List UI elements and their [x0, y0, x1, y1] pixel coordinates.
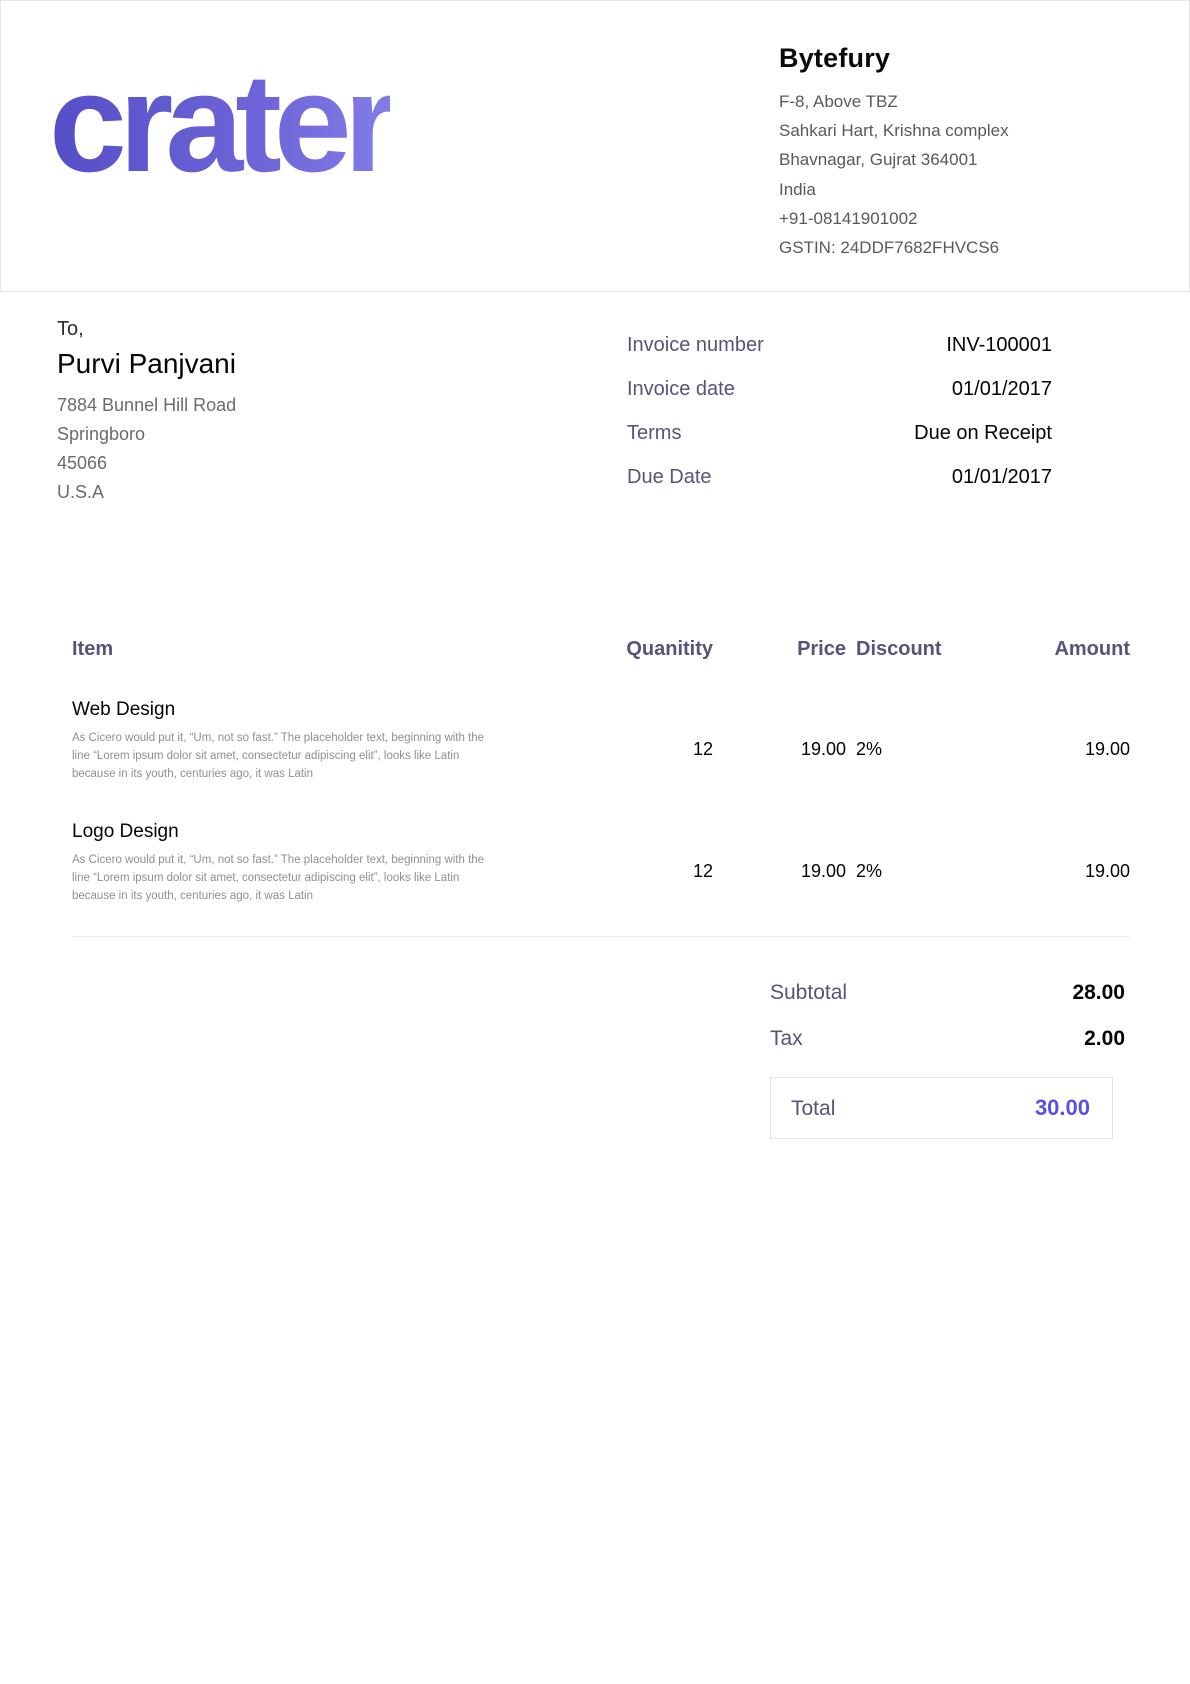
- customer-name: Purvi Panjvani: [57, 348, 236, 380]
- customer-address-line: Springboro: [57, 420, 236, 449]
- invoice-header: crater Bytefury F-8, Above TBZ Sahkari H…: [0, 0, 1190, 292]
- column-header-discount: Discount: [846, 638, 1036, 661]
- invoice-number-label: Invoice number: [627, 334, 764, 357]
- column-header-price: Price: [713, 638, 846, 661]
- item-description: As Cicero would put it, “Um, not so fast…: [72, 852, 492, 905]
- terms-value: Due on Receipt: [914, 422, 1052, 445]
- customer-address-line: 45066: [57, 449, 236, 478]
- item-discount: 2%: [846, 821, 1036, 905]
- due-date-value: 01/01/2017: [952, 466, 1052, 489]
- due-date-label: Due Date: [627, 466, 712, 489]
- invoice-number-value: INV-100001: [946, 334, 1052, 357]
- subtotal-label: Subtotal: [770, 981, 847, 1005]
- tax-label: Tax: [770, 1027, 803, 1051]
- company-address-line: Bhavnagar, Gujrat 364001: [779, 145, 1059, 174]
- invoice-date-value: 01/01/2017: [952, 378, 1052, 401]
- customer-address-line: U.S.A: [57, 478, 236, 507]
- item-name: Web Design: [72, 699, 517, 721]
- company-address: F-8, Above TBZ Sahkari Hart, Krishna com…: [779, 87, 1059, 262]
- bill-to-label: To,: [57, 318, 236, 341]
- item-amount: 19.00: [1036, 821, 1130, 905]
- due-date-row: Due Date 01/01/2017: [627, 466, 1052, 489]
- bill-to-block: To, Purvi Panjvani 7884 Bunnel Hill Road…: [57, 318, 236, 510]
- total-label: Total: [791, 1097, 835, 1121]
- item-price: 19.00: [713, 821, 846, 905]
- item-quantity: 12: [517, 699, 713, 783]
- items-divider: [72, 936, 1130, 937]
- table-row: Logo Design As Cicero would put it, “Um,…: [72, 821, 1130, 905]
- items-table-header: Item Quanitity Price Discount Amount: [72, 638, 1130, 661]
- subtotal-row: Subtotal 28.00: [770, 981, 1125, 1005]
- column-header-quantity: Quanitity: [517, 638, 713, 661]
- total-box: Total 30.00: [770, 1077, 1113, 1139]
- item-price: 19.00: [713, 699, 846, 783]
- subtotal-value: 28.00: [1072, 981, 1125, 1005]
- items-table: Item Quanitity Price Discount Amount Web…: [72, 638, 1130, 937]
- company-phone: +91-08141901002: [779, 204, 1059, 233]
- item-description: As Cicero would put it, “Um, not so fast…: [72, 730, 492, 783]
- totals-section: Subtotal 28.00 Tax 2.00 Total 30.00: [770, 981, 1125, 1139]
- column-header-item: Item: [72, 638, 517, 661]
- tax-row: Tax 2.00: [770, 1027, 1125, 1051]
- billing-section: To, Purvi Panjvani 7884 Bunnel Hill Road…: [0, 292, 1190, 510]
- item-cell: Logo Design As Cicero would put it, “Um,…: [72, 821, 517, 905]
- invoice-meta: Invoice number INV-100001 Invoice date 0…: [627, 334, 1052, 510]
- item-name: Logo Design: [72, 821, 517, 843]
- item-amount: 19.00: [1036, 699, 1130, 783]
- column-header-amount: Amount: [1036, 638, 1130, 661]
- company-address-line: F-8, Above TBZ: [779, 87, 1059, 116]
- company-block: Bytefury F-8, Above TBZ Sahkari Hart, Kr…: [779, 37, 1059, 291]
- item-cell: Web Design As Cicero would put it, “Um, …: [72, 699, 517, 783]
- crater-logo: crater: [49, 53, 390, 291]
- customer-address: 7884 Bunnel Hill Road Springboro 45066 U…: [57, 391, 236, 508]
- item-quantity: 12: [517, 821, 713, 905]
- invoice-date-label: Invoice date: [627, 378, 735, 401]
- terms-label: Terms: [627, 422, 681, 445]
- terms-row: Terms Due on Receipt: [627, 422, 1052, 445]
- customer-address-line: 7884 Bunnel Hill Road: [57, 391, 236, 420]
- company-gstin: GSTIN: 24DDF7682FHVCS6: [779, 233, 1059, 262]
- company-address-line: Sahkari Hart, Krishna complex: [779, 116, 1059, 145]
- invoice-date-row: Invoice date 01/01/2017: [627, 378, 1052, 401]
- tax-value: 2.00: [1084, 1027, 1125, 1051]
- invoice-number-row: Invoice number INV-100001: [627, 334, 1052, 357]
- item-discount: 2%: [846, 699, 1036, 783]
- total-value: 30.00: [1035, 1095, 1090, 1121]
- company-address-line: India: [779, 175, 1059, 204]
- company-name: Bytefury: [779, 43, 1059, 74]
- table-row: Web Design As Cicero would put it, “Um, …: [72, 699, 1130, 783]
